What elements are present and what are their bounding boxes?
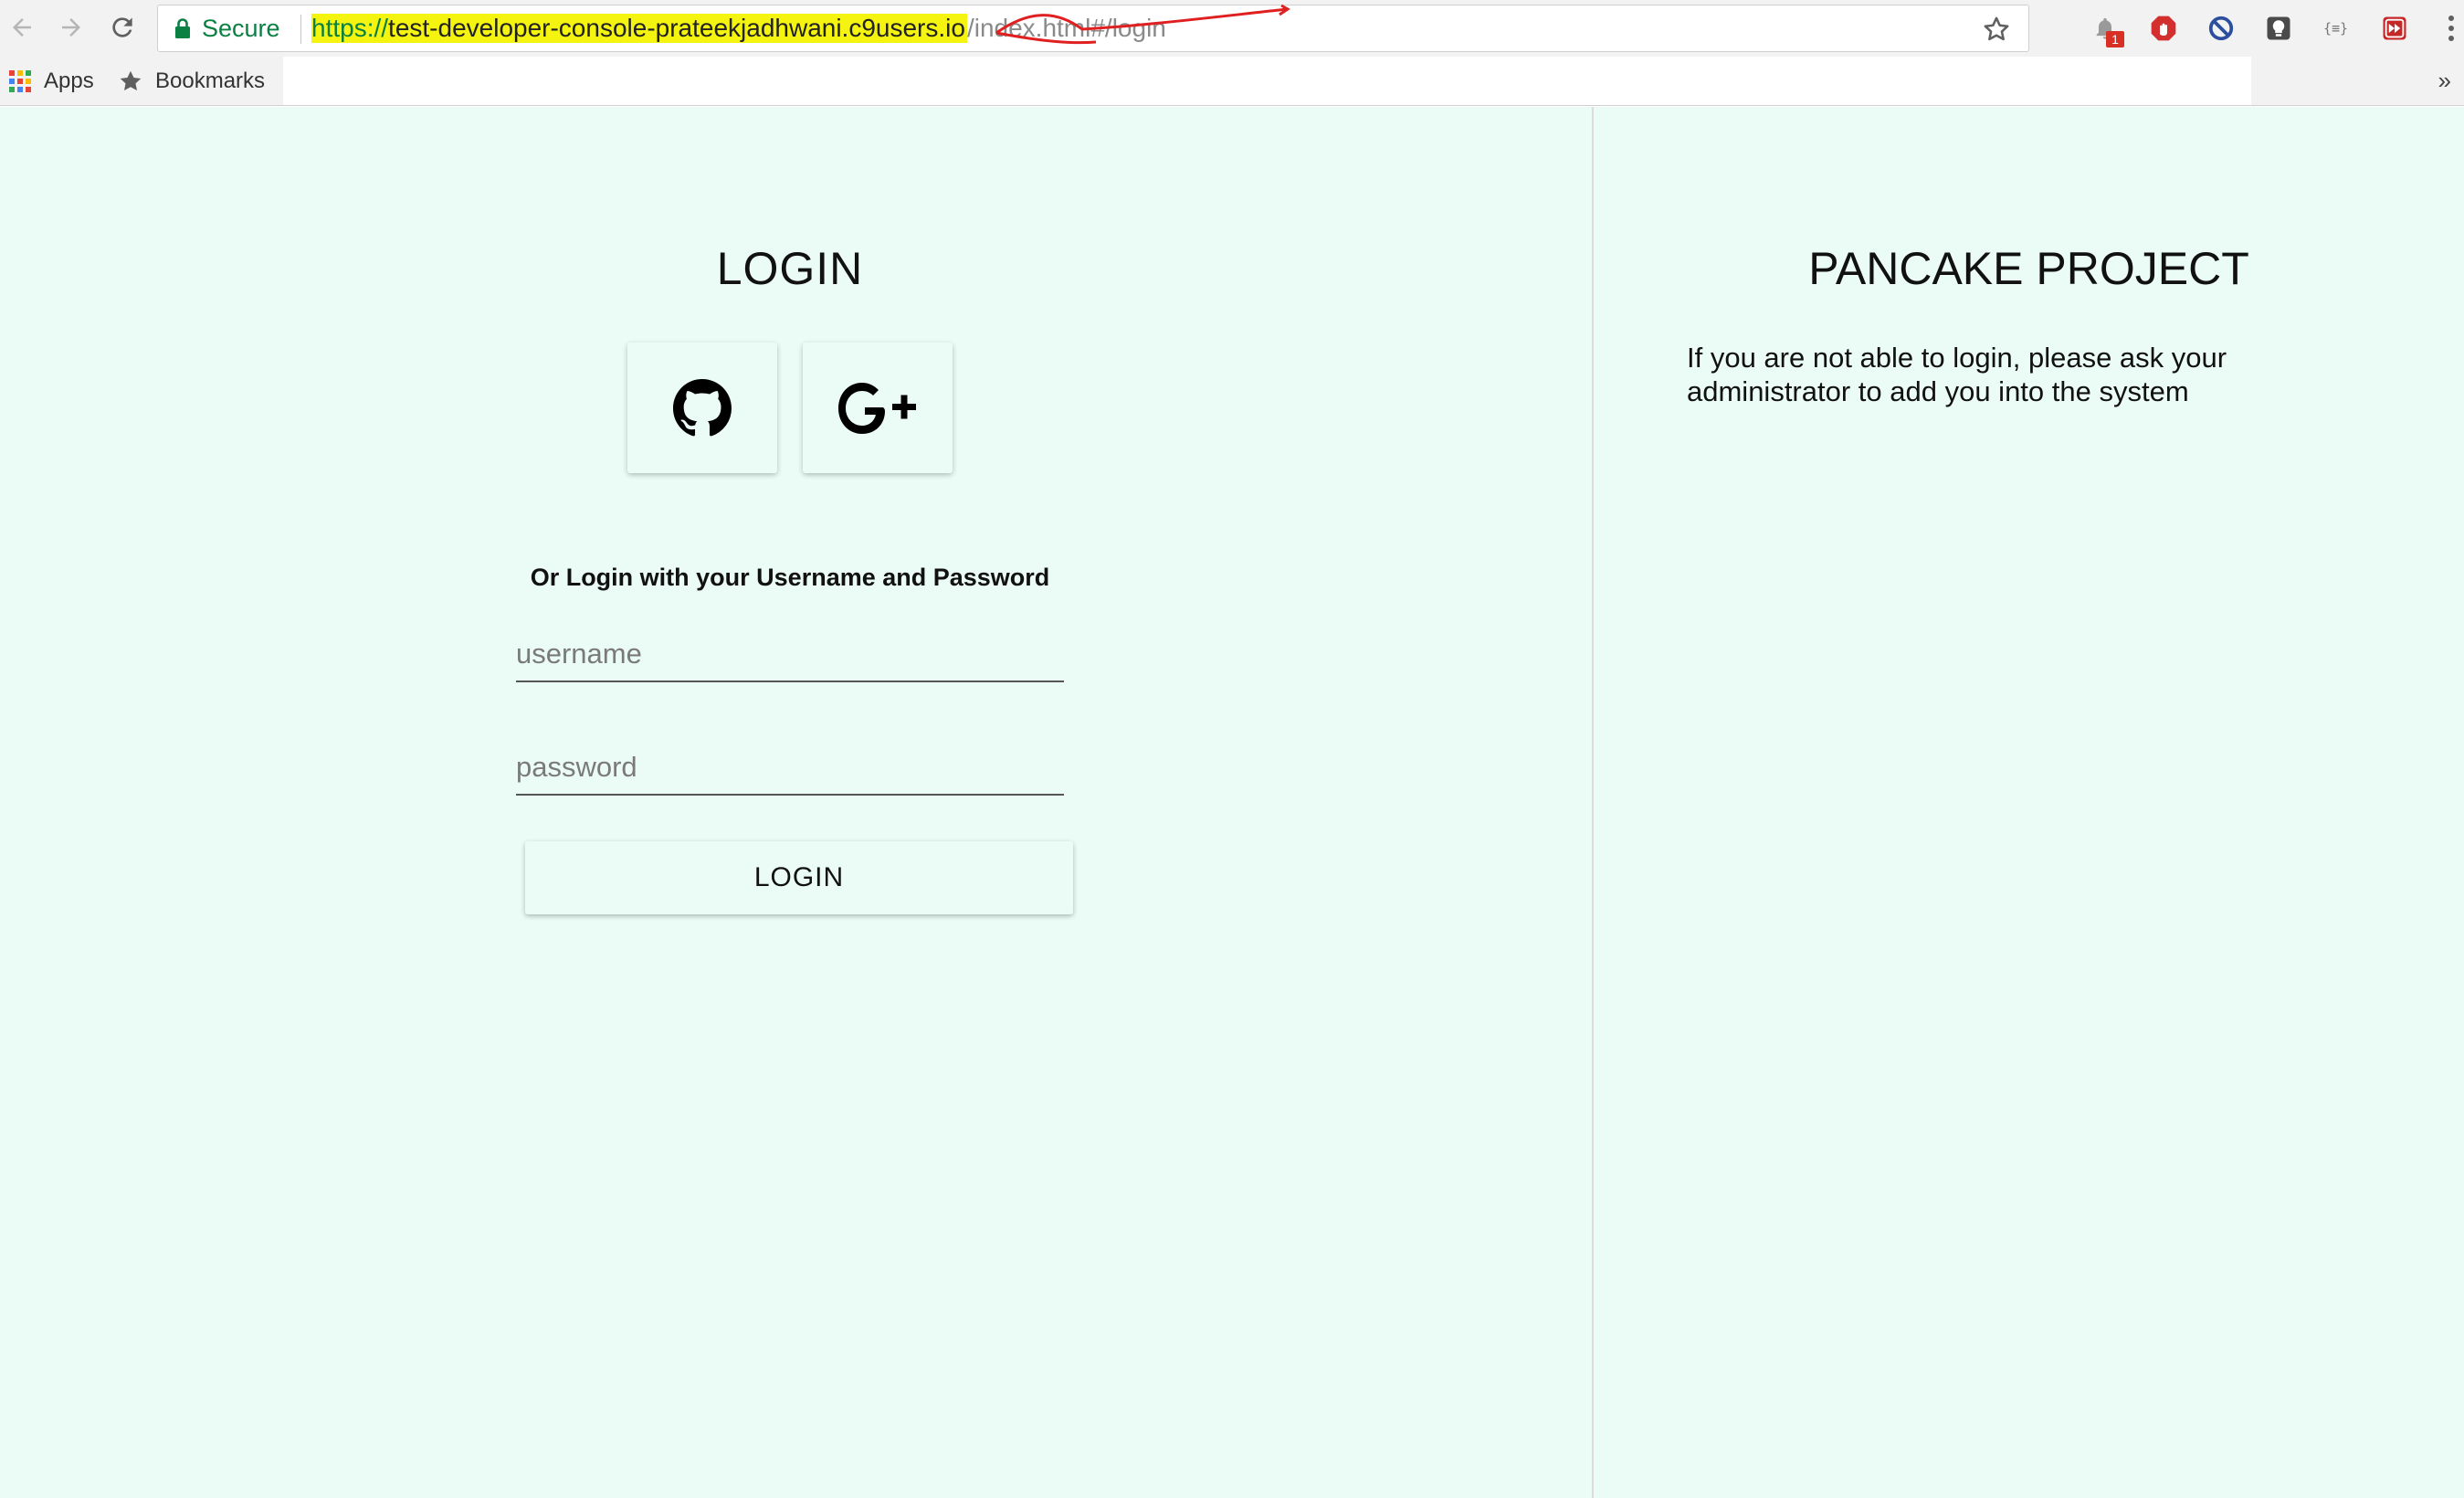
notifications-extension[interactable]: 1: [2088, 11, 2124, 47]
page-content: LOGIN Or Login with your Username and Pa…: [0, 107, 2464, 1498]
apps-label: Apps: [44, 68, 94, 93]
back-button[interactable]: [4, 9, 40, 46]
json-extension[interactable]: {≡}: [2320, 11, 2354, 46]
bookmarks-label: Bookmarks: [155, 68, 266, 93]
secure-label: Secure: [202, 14, 280, 42]
google-plus-login-button[interactable]: [803, 343, 953, 473]
bookmarks-folder[interactable]: Bookmarks: [117, 57, 265, 105]
project-note: If you are not able to login, please ask…: [1687, 342, 2227, 407]
url-text[interactable]: https://test-developer-console-prateekja…: [311, 5, 1166, 51]
project-title: PANCAKE PROJECT: [1808, 243, 2249, 294]
block-icon: [2208, 16, 2234, 41]
browser-toolbar: Secure https://test-developer-console-pr…: [0, 0, 2464, 57]
bookmark-star-icon[interactable]: [1981, 14, 2012, 45]
reload-icon: [112, 17, 132, 37]
login-button[interactable]: LOGIN: [525, 841, 1073, 914]
menu-dot: [2448, 36, 2454, 41]
block-extension[interactable]: [2204, 11, 2238, 46]
menu-dot: [2448, 26, 2454, 31]
forward-button[interactable]: [53, 9, 90, 46]
password-input[interactable]: [516, 741, 1064, 796]
panel-divider: [1592, 107, 1594, 1498]
forward-arrow-icon: [62, 18, 80, 37]
url-host: test-developer-console-prateekjadhwani.c…: [388, 14, 967, 43]
url-path: index.html#/login: [974, 14, 1166, 42]
json-icon: {≡}: [2323, 20, 2348, 37]
menu-dot: [2448, 16, 2454, 21]
github-icon: [673, 378, 732, 436]
url-host-suffix: /: [966, 14, 974, 42]
google-plus-icon: [838, 382, 916, 434]
lightbulb-icon: [2267, 16, 2290, 40]
login-title: LOGIN: [716, 243, 864, 294]
omnibox-divider: [300, 15, 301, 44]
fast-forward-extension[interactable]: [2377, 11, 2412, 46]
lightbulb-extension[interactable]: [2261, 11, 2296, 46]
fast-forward-icon: [2383, 16, 2406, 40]
url-scheme: https://: [311, 14, 389, 43]
star-icon: [120, 70, 142, 90]
bookmarks-bar: Apps Bookmarks »: [0, 57, 2464, 106]
back-arrow-icon: [13, 18, 31, 37]
browser-menu-button[interactable]: [2440, 11, 2462, 46]
bookmarks-empty-area: [283, 57, 2251, 105]
apps-grid-icon: [9, 69, 31, 92]
lock-icon: [175, 18, 190, 38]
github-login-button[interactable]: [627, 343, 777, 473]
bookmarks-overflow-button[interactable]: »: [2438, 57, 2451, 105]
address-bar[interactable]: Secure https://test-developer-console-pr…: [157, 5, 2029, 52]
security-indicator[interactable]: Secure: [174, 5, 280, 51]
reload-button[interactable]: [104, 9, 141, 46]
adblock-extension[interactable]: [2146, 11, 2181, 46]
adblock-icon: [2151, 16, 2176, 41]
alternate-login-text: Or Login with your Username and Password: [530, 564, 1050, 591]
svg-text:{≡}: {≡}: [2323, 20, 2348, 37]
apps-shortcut[interactable]: Apps: [9, 57, 94, 105]
username-input[interactable]: [516, 628, 1064, 682]
notification-badge: 1: [2106, 31, 2124, 47]
